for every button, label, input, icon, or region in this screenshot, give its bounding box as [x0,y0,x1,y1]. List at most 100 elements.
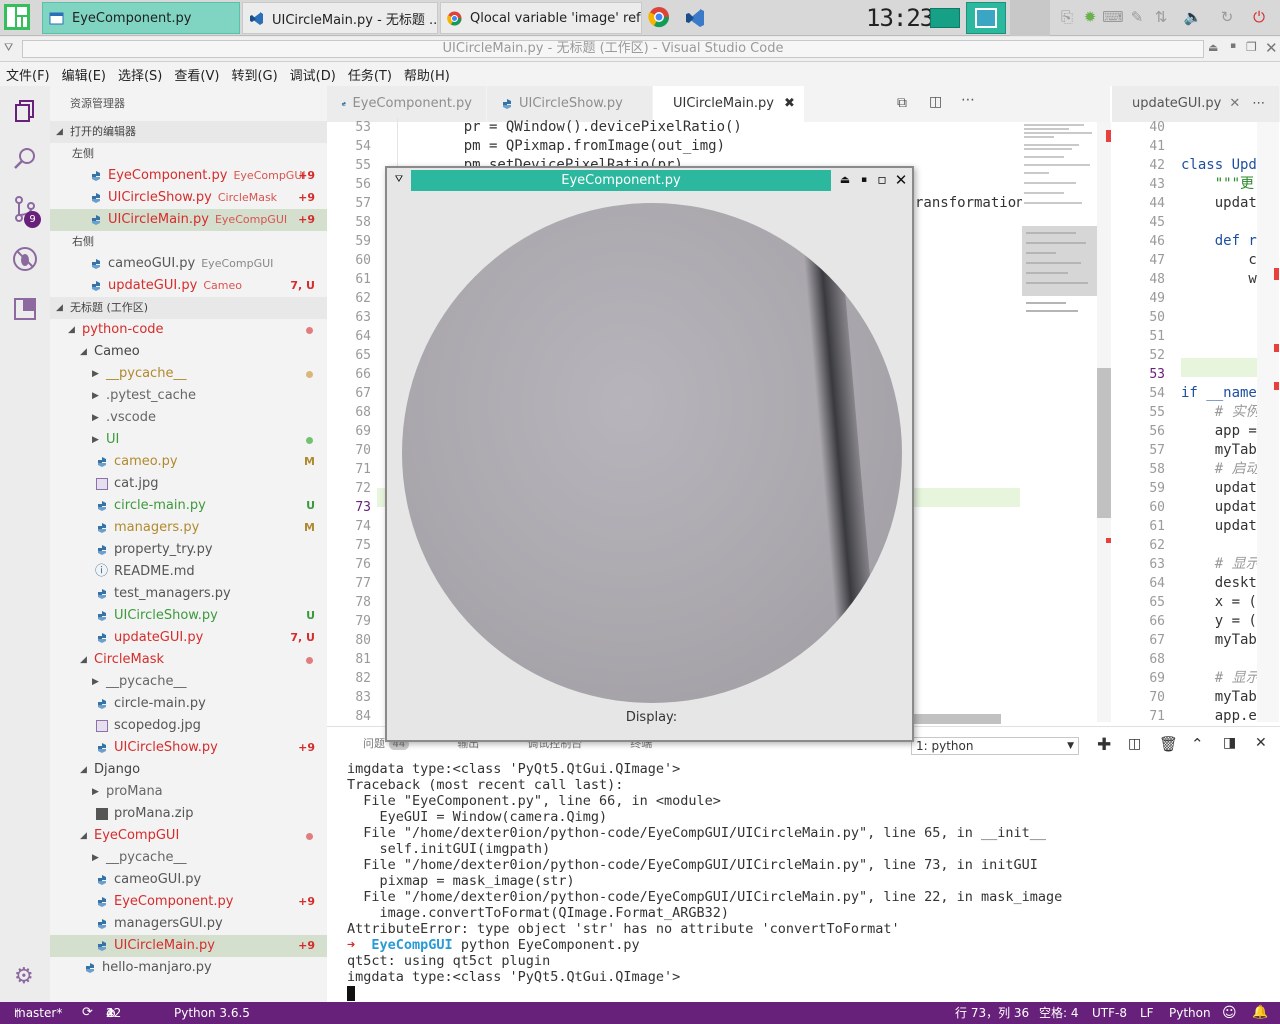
chevron-up-icon[interactable]: ⌃ [1191,735,1204,753]
explorer-folder[interactable]: ◢ python-code [50,319,327,341]
maximize-icon[interactable]: ▫ [874,172,890,188]
open-changes-icon[interactable]: ⧉ [897,95,907,111]
python-interpreter[interactable]: Python 3.6.5 [174,1002,250,1024]
open-editor-item[interactable]: UICircleShow.py CircleMask +9 [50,187,327,209]
more-actions-icon[interactable]: ⋯ [1252,86,1265,122]
code-right[interactable]: class Upd """更 updat def r c w if __name… [1181,118,1259,726]
code-line[interactable]: # 实例 [1181,403,1259,422]
code-line[interactable]: # 启动 [1181,460,1259,479]
notification-bell-icon[interactable]: 🔔 [1252,1002,1268,1024]
explorer-file[interactable]: scopedog.jpg [50,715,327,737]
explorer-file[interactable]: cameo.py M [50,451,327,473]
terminal-select[interactable]: 1: python ▼ [911,737,1079,755]
horizontal-scrollbar[interactable] [905,714,1001,724]
explorer-folder[interactable]: ◢ Cameo [50,341,327,363]
code-line[interactable] [1181,137,1259,156]
scrollbar-thumb[interactable] [1097,368,1111,518]
language-mode[interactable]: Python [1169,1002,1211,1024]
explorer-file[interactable]: circle-main.py U [50,495,327,517]
code-line[interactable] [1181,536,1259,555]
explorer-file[interactable]: managersGUI.py [50,913,327,935]
task-chrome[interactable]: Qlocal variable 'image' ref... [440,2,642,34]
explorer-file[interactable]: circle-main.py [50,693,327,715]
explorer-folder[interactable]: ▶ __pycache__ [50,847,327,869]
menu-file[interactable]: 文件(F) [0,65,56,84]
refresh-icon[interactable]: ↻ [1216,6,1238,28]
explorer-folder[interactable]: ▶ proMana [50,781,327,803]
menu-edit[interactable]: 编辑(E) [56,65,112,84]
explorer-file[interactable]: managers.py M [50,517,327,539]
vscode-launcher-icon[interactable] [684,7,706,29]
code-line[interactable]: deskt [1181,574,1259,593]
tab-updategui[interactable]: updateGUI.py ✕ ⋯ [1112,86,1280,122]
code-line[interactable]: """更 [1181,175,1259,194]
explorer-folder[interactable]: ▶ .pytest_cache [50,385,327,407]
new-terminal-icon[interactable]: ✚ [1097,735,1111,755]
network-icon[interactable]: ⇅ [1150,6,1172,28]
menu-help[interactable]: 帮助(H) [398,65,456,84]
code-line[interactable] [1181,289,1259,308]
search-icon[interactable] [12,146,38,172]
scrollbar-left[interactable] [1097,122,1111,722]
code-line[interactable]: class Upd [1181,156,1259,175]
code-line[interactable]: y = ( [1181,612,1259,631]
explorer-folder[interactable]: ▶ __pycache__ [50,671,327,693]
code-fragment[interactable]: ransformation [915,194,1025,213]
menu-tasks[interactable]: 任务(T) [342,65,398,84]
explorer-folder[interactable]: ▶ UI [50,429,327,451]
tab-uicirclemain[interactable]: UICircleMain.py ✖ [653,86,805,122]
menu-view[interactable]: 查看(V) [168,65,225,84]
open-editor-item[interactable]: EyeComponent.py EyeCompGUI +9 [50,165,327,187]
explorer-folder[interactable]: ◢ Django [50,759,327,781]
code-line[interactable] [1181,346,1259,365]
explorer-file[interactable]: ⓘ README.md [50,561,327,583]
explorer-file[interactable]: cameoGUI.py [50,869,327,891]
keyboard-icon[interactable]: ⌨ [1102,6,1124,28]
close-icon[interactable]: ✕ [893,172,909,188]
terminal-output[interactable]: imgdata type:<class 'PyQt5.QtGui.QImage'… [347,761,1062,1001]
close-panel-icon[interactable]: ✕ [1255,735,1267,751]
code-line[interactable]: updat [1181,517,1259,536]
workspace-header[interactable]: ◢ 无标题 (工作区) [50,297,327,319]
explorer-file[interactable]: UICircleShow.py U [50,605,327,627]
code-line[interactable] [1181,308,1259,327]
window-menu-icon[interactable]: ⛛ [4,41,13,55]
manjaro-logo-icon[interactable] [4,4,30,30]
workspace-3-icon[interactable] [1010,0,1050,36]
explorer-file[interactable]: property_try.py [50,539,327,561]
tab-uicircleshow[interactable]: UICircleShow.py [487,86,653,122]
code-line[interactable]: c [1181,251,1259,270]
code-line[interactable]: w [1181,270,1259,289]
workspace-2-icon[interactable] [966,2,1006,34]
code-line[interactable] [1181,365,1259,384]
explorer-file[interactable]: UICircleShow.py +9 [50,737,327,759]
code-line[interactable]: myTab [1181,688,1259,707]
code-line[interactable]: x = ( [1181,593,1259,612]
explorer-folder[interactable]: ▶ .vscode [50,407,327,429]
code-line[interactable]: pm = QPixmap.fromImage(out_img) [430,137,725,156]
end-of-line[interactable]: LF [1140,1002,1154,1024]
code-line[interactable] [1181,213,1259,232]
power-icon[interactable]: ⏻ [1248,6,1270,28]
code-line[interactable] [1181,118,1259,137]
volume-icon[interactable]: 🔈 [1182,6,1204,28]
minimap[interactable] [1022,122,1097,322]
chrome-launcher-icon[interactable] [648,6,670,28]
open-editors-header[interactable]: ◢ 打开的编辑器 [50,121,327,143]
cursor-position[interactable]: 行 73，列 36 [955,1002,1029,1024]
sync-icon[interactable]: ⟳ [82,1002,93,1024]
notes-icon[interactable]: ✎ [1126,6,1148,28]
minimize-icon[interactable]: ▪ [1230,41,1236,51]
tab-eyecomponent[interactable]: EyeComponent.py [327,86,487,122]
code-line[interactable]: pr = QWindow().devicePixelRatio() [430,118,742,137]
indentation[interactable]: 空格: 4 [1039,1002,1079,1024]
task-vscode[interactable]: UICircleMain.py - 无标题 ... [242,2,438,34]
explorer-folder[interactable]: ◢ EyeCompGUI [50,825,327,847]
feedback-smiley-icon[interactable]: ☺ [1222,1002,1237,1024]
code-line[interactable] [1181,650,1259,669]
code-line[interactable]: myTab [1181,631,1259,650]
explorer-file[interactable]: updateGUI.py 7, U [50,627,327,649]
explorer-file[interactable]: EyeComponent.py +9 [50,891,327,913]
menu-goto[interactable]: 转到(G) [225,65,283,84]
workspace-1-icon[interactable] [930,8,960,28]
